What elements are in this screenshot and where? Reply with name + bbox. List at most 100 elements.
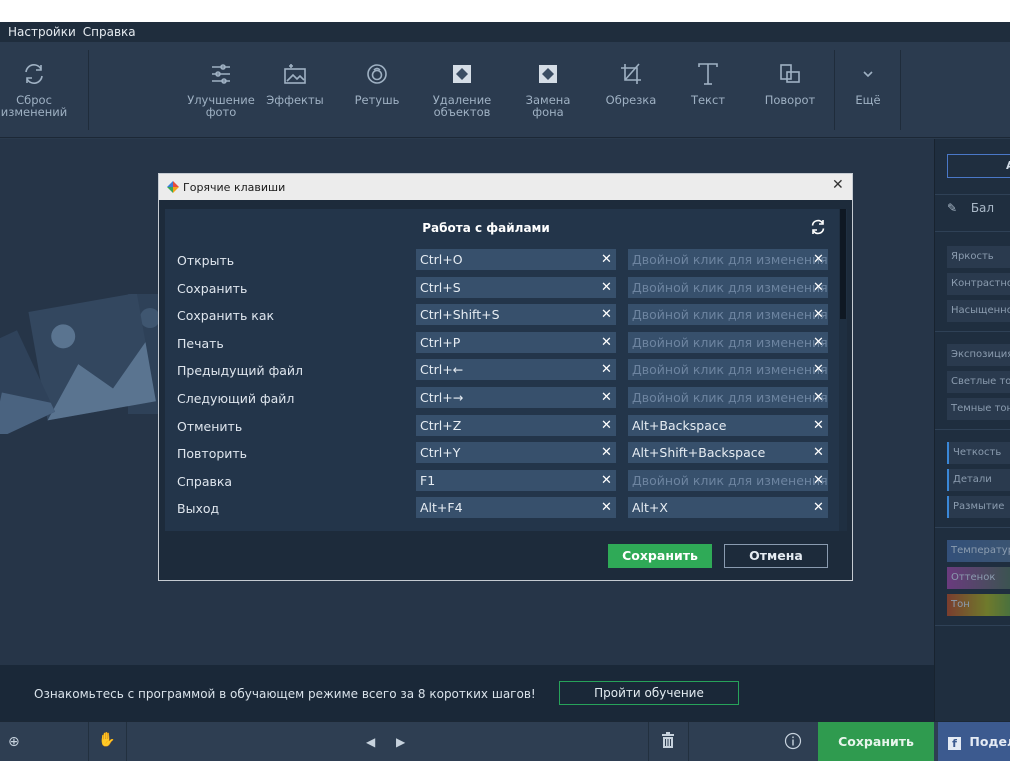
zoom-in-icon[interactable]: ⊕ [8,734,20,750]
toolbar: Сброс изменений Улучшение фото Эффекты Р… [0,42,1010,138]
clear-primary-icon[interactable]: ✕ [601,415,612,436]
secondary-shortcut-field[interactable]: Двойной клик для изменения [628,469,828,491]
clear-secondary-icon[interactable]: ✕ [813,277,824,298]
previous-file-icon[interactable]: ◀ [366,735,375,749]
crop-button[interactable]: Обрезка [596,42,666,138]
share-button[interactable]: f Подел [938,722,1010,761]
primary-shortcut-field[interactable]: Ctrl+O [416,249,616,270]
bottom-divider [126,722,127,761]
auto-enhance-button[interactable]: А [947,154,1010,178]
trash-icon[interactable] [662,732,674,752]
clear-primary-icon[interactable]: ✕ [601,332,612,353]
tone-slider[interactable]: Тон [947,594,1010,616]
hotkeys-list[interactable]: Работа с файлами Открыть Ctrl+O ✕ Двойной к… [165,209,847,531]
reset-hotkeys-icon[interactable] [810,219,826,239]
clear-primary-icon[interactable]: ✕ [601,497,612,518]
clear-primary-icon[interactable]: ✕ [601,442,612,463]
panel-divider [935,331,1010,332]
primary-shortcut-field[interactable]: Ctrl+S [416,276,616,298]
clear-secondary-icon[interactable]: ✕ [813,304,824,325]
dialog-title: Горячие клавиши [183,181,286,194]
primary-shortcut-field[interactable]: Ctrl+← [416,359,616,381]
highlights-slider[interactable]: Светлые тона [947,371,1010,393]
secondary-shortcut-field[interactable]: Двойной клик для изменения [628,249,828,270]
next-file-icon[interactable]: ▶ [396,735,405,749]
dialog-cancel-button[interactable]: Отмена [724,544,828,568]
scrollbar-thumb[interactable] [840,209,846,319]
primary-shortcut-field[interactable]: Ctrl+Shift+S [416,304,616,326]
start-tutorial-button[interactable]: Пройти обучение [559,681,739,705]
secondary-shortcut-field[interactable]: Двойной клик для изменения [628,276,828,298]
clear-secondary-icon[interactable]: ✕ [813,470,824,491]
blur-slider[interactable]: Размытие [947,496,1010,518]
menu-settings[interactable]: Настройки [0,25,83,39]
secondary-shortcut-field[interactable]: Alt+Shift+Backspace [628,442,828,464]
hotkey-action-label: Отменить [177,418,243,434]
clear-secondary-icon[interactable]: ✕ [813,359,824,380]
clear-secondary-icon[interactable]: ✕ [813,387,824,408]
facebook-icon: f [948,737,961,750]
clear-secondary-icon[interactable]: ✕ [813,442,824,463]
clear-secondary-icon[interactable]: ✕ [813,249,824,270]
clear-secondary-icon[interactable]: ✕ [813,332,824,353]
scrollbar[interactable] [839,209,847,531]
reset-changes-button[interactable]: Сброс изменений [0,42,68,138]
info-icon[interactable] [784,732,802,754]
clear-primary-icon[interactable]: ✕ [601,277,612,298]
panel-divider [935,194,1010,195]
primary-shortcut-field[interactable]: Ctrl+P [416,331,616,353]
text-label: Текст [690,93,726,107]
clarity-slider[interactable]: Четкость [947,442,1010,464]
remove-objects-button[interactable]: Удаление объектов [422,42,502,138]
exposure-slider[interactable]: Экспозиция [947,344,1010,366]
secondary-shortcut-field[interactable]: Двойной клик для изменения [628,331,828,353]
face-icon [365,54,389,94]
primary-shortcut-field[interactable]: Ctrl+→ [416,387,616,408]
clear-primary-icon[interactable]: ✕ [601,387,612,408]
clear-primary-icon[interactable]: ✕ [601,359,612,380]
primary-shortcut-field[interactable]: F1 [416,469,616,491]
secondary-shortcut-field[interactable]: Двойной клик для изменения [628,304,828,326]
temperature-slider[interactable]: Температура [947,540,1010,562]
saturation-slider[interactable]: Насыщенность [947,300,1010,322]
effects-button[interactable]: Эффекты [259,42,331,138]
secondary-shortcut-field[interactable]: Alt+X [628,497,828,519]
hand-tool-icon[interactable]: ✋ [98,732,115,748]
save-button[interactable]: Сохранить [818,722,934,761]
white-balance-control[interactable]: ✎ Бал [947,201,994,215]
text-button[interactable]: Текст [680,42,736,138]
close-icon[interactable]: ✕ [832,177,844,193]
tint-slider[interactable]: Оттенок [947,567,1010,589]
clear-primary-icon[interactable]: ✕ [601,304,612,325]
primary-shortcut-field[interactable]: Alt+F4 [416,497,616,519]
primary-shortcut-field[interactable]: Ctrl+Y [416,442,616,464]
rotate-button[interactable]: Поворот [752,42,828,138]
secondary-shortcut-field[interactable]: Двойной клик для изменения [628,359,828,381]
replace-background-button[interactable]: Замена фона [508,42,588,138]
enhance-photo-button[interactable]: Улучшение фото [183,42,259,138]
secondary-shortcut-field[interactable]: Alt+Backspace [628,414,828,436]
hotkey-row: Повторить Ctrl+Y ✕ Alt+Shift+Backspace ✕ [165,442,839,464]
clear-primary-icon[interactable]: ✕ [601,470,612,491]
hotkey-row: Отменить Ctrl+Z ✕ Alt+Backspace ✕ [165,414,839,437]
retouch-button[interactable]: Ретушь [348,42,406,138]
panel-divider [935,429,1010,430]
menu-help[interactable]: Справка [83,25,143,39]
eraser-icon [451,54,473,94]
clear-primary-icon[interactable]: ✕ [601,249,612,270]
clear-secondary-icon[interactable]: ✕ [813,415,824,436]
dialog-save-button[interactable]: Сохранить [608,544,712,568]
details-slider[interactable]: Детали [947,469,1010,491]
brightness-slider[interactable]: Яркость [947,246,1010,268]
tutorial-text: Ознакомьтесь с программой в обучающем ре… [34,687,536,701]
more-button[interactable]: Ещё [838,42,898,138]
primary-shortcut-field[interactable]: Ctrl+Z [416,414,616,436]
clear-secondary-icon[interactable]: ✕ [813,497,824,518]
shadows-slider[interactable]: Темные тона [947,398,1010,420]
more-label: Ещё [855,93,881,107]
contrast-slider[interactable]: Контрастность [947,273,1010,295]
secondary-shortcut-field[interactable]: Двойной клик для изменения [628,387,828,408]
tutorial-banner: Ознакомьтесь с программой в обучающем ре… [0,665,934,721]
retouch-label: Ретушь [354,93,400,107]
hotkey-action-label: Печать [177,335,224,351]
